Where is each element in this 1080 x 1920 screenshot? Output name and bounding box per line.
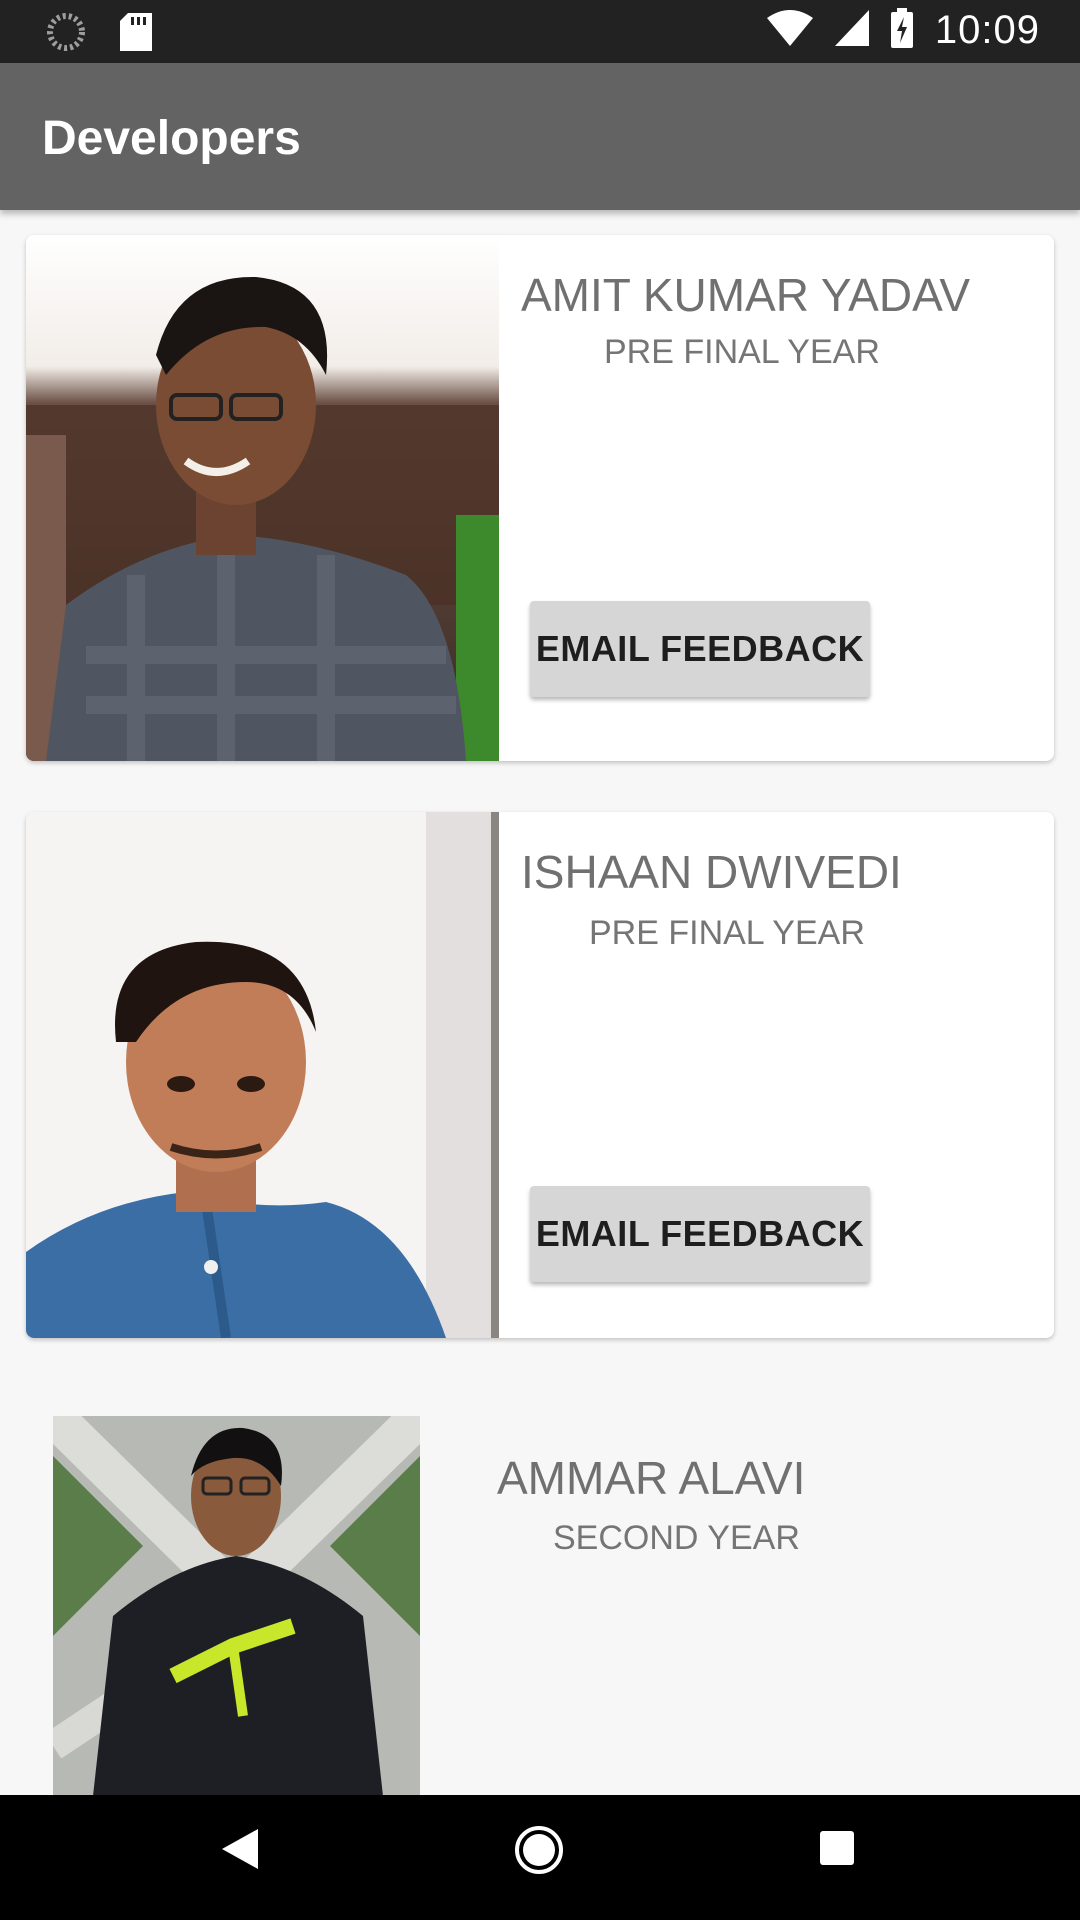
app-bar: Developers [0, 63, 1080, 210]
developer-name: AMIT KUMAR YADAV [521, 269, 971, 321]
signal-icon [834, 10, 869, 51]
sd-card-icon [120, 13, 152, 56]
home-icon[interactable] [514, 1825, 564, 1880]
developer-card: ISHAAN DWIVEDI PRE FINAL YEAR EMAIL FEED… [26, 812, 1054, 1338]
status-bar: 10:09 [0, 0, 1080, 63]
developer-year: SECOND YEAR [553, 1519, 800, 1557]
developer-year: PRE FINAL YEAR [604, 333, 880, 371]
back-icon[interactable] [222, 1829, 258, 1874]
developer-photo [26, 812, 499, 1338]
navigation-bar [0, 1795, 1080, 1920]
developer-photo [53, 1416, 420, 1796]
developer-card: AMIT KUMAR YADAV PRE FINAL YEAR EMAIL FE… [26, 235, 1054, 761]
recents-icon[interactable] [820, 1831, 854, 1870]
battery-charging-icon [890, 8, 913, 53]
loading-icon [46, 12, 86, 57]
email-feedback-button[interactable]: EMAIL FEEDBACK [530, 1186, 870, 1282]
developer-card: AMMAR ALAVI SECOND YEAR [0, 1405, 1080, 1796]
page-title: Developers [42, 112, 301, 165]
developer-photo [26, 235, 499, 761]
developer-name: AMMAR ALAVI [497, 1452, 806, 1504]
email-feedback-button[interactable]: EMAIL FEEDBACK [530, 601, 870, 697]
developer-name: ISHAAN DWIVEDI [521, 846, 902, 898]
wifi-icon [766, 10, 813, 51]
developer-year: PRE FINAL YEAR [589, 914, 865, 952]
status-clock: 10:09 [934, 8, 1040, 52]
